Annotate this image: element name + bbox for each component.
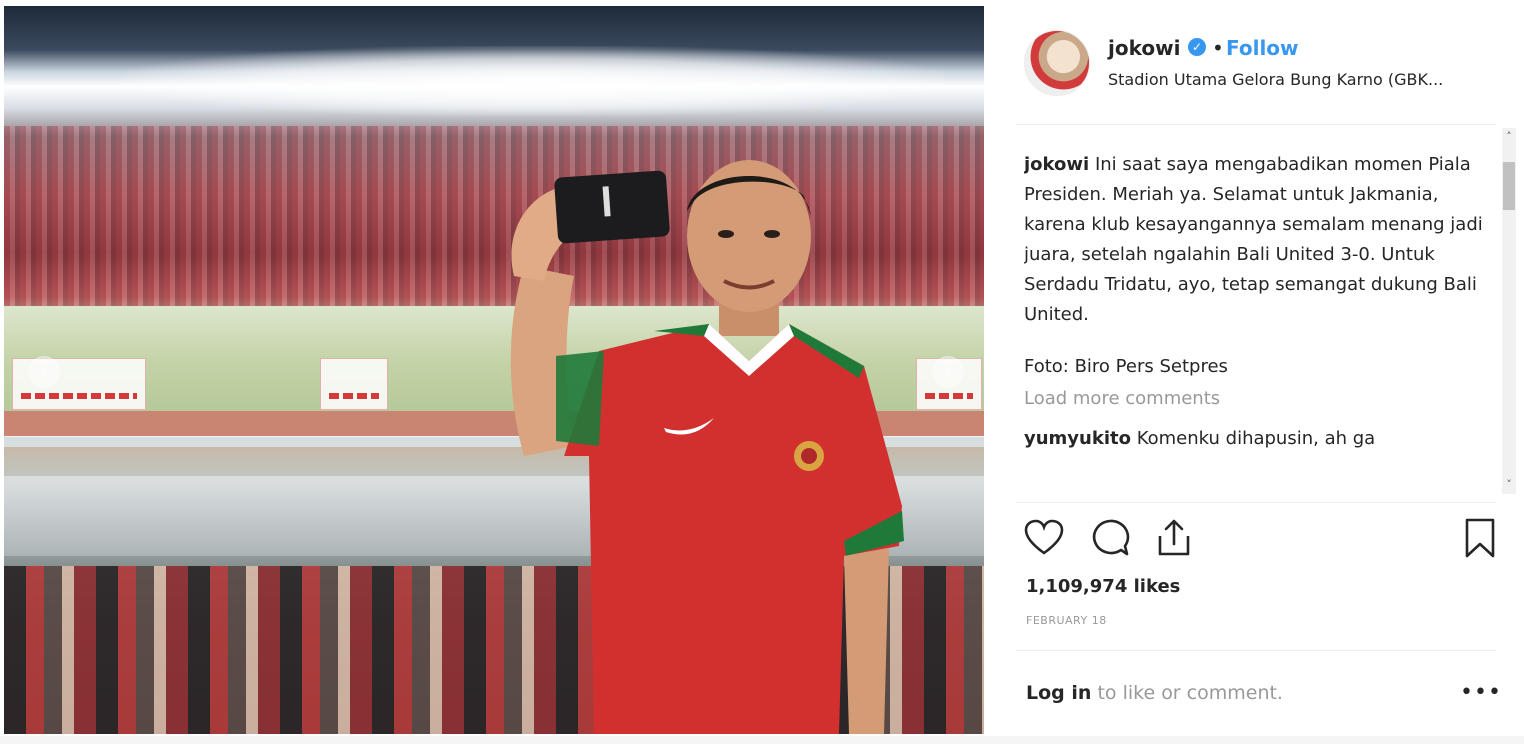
separator-dot: • [1212,36,1224,60]
divider [1016,650,1496,651]
share-icon[interactable] [1152,516,1196,560]
likes-count[interactable]: 1,109,974 likes [1026,576,1180,597]
load-more-comments-button[interactable]: Load more comments [1024,384,1484,414]
post-caption: jokowi Ini saat saya mengabadikan momen … [1024,150,1484,330]
next-photo-button[interactable]: › [932,356,964,388]
login-prompt-text: to like or comment. [1091,682,1283,704]
selfie-person [510,160,904,734]
caption-username-link[interactable]: jokowi [1024,154,1089,175]
stadium-floodlights [124,46,944,116]
scroll-down-arrow-icon[interactable]: ˅ [1502,478,1516,492]
comment-username-link[interactable]: yumyukito [1024,428,1131,449]
follow-button[interactable]: Follow [1226,36,1299,60]
post-header: jokowi ✓ • Follow Stadion Utama Gelora B… [1024,28,1504,100]
login-link[interactable]: Log in [1026,682,1091,704]
more-options-button[interactable]: ••• [1460,680,1502,705]
avatar[interactable] [1024,30,1090,96]
previous-photo-button[interactable]: ‹ [28,356,60,388]
instagram-post: ‹ › jokowi ✓ • Follow Stadion Utama Gelo… [0,0,1524,744]
page-bottom-border [0,736,1524,744]
caption-text: Ini saat saya mengabadikan momen Piala P… [1024,154,1483,325]
location-link[interactable]: Stadion Utama Gelora Bung Karno (GBK... [1108,70,1508,89]
heart-icon[interactable] [1022,516,1066,560]
post-date: FEBRUARY 18 [1026,614,1107,627]
comment-text: Komenku dihapusin, ah ga [1136,428,1376,449]
ad-board [320,358,388,410]
divider [1016,502,1496,503]
comments-list: jokowi Ini saat saya mengabadikan momen … [1024,150,1484,498]
scroll-up-arrow-icon[interactable]: ˄ [1502,130,1516,144]
comment-icon[interactable] [1088,516,1132,560]
username-link[interactable]: jokowi [1108,36,1180,60]
comment-item: yumyukito Komenku dihapusin, ah ga [1024,424,1484,454]
comments-scrollbar[interactable]: ˄ ˅ [1500,128,1518,494]
login-prompt: Log in to like or comment. [1026,682,1283,704]
scrollbar-thumb[interactable] [1503,162,1515,210]
post-photo[interactable]: ‹ › [4,6,984,734]
photo-credit: Foto: Biro Pers Setpres [1024,356,1228,377]
bookmark-icon[interactable] [1458,516,1502,560]
divider [1016,124,1496,125]
verified-badge-icon: ✓ [1188,38,1206,56]
